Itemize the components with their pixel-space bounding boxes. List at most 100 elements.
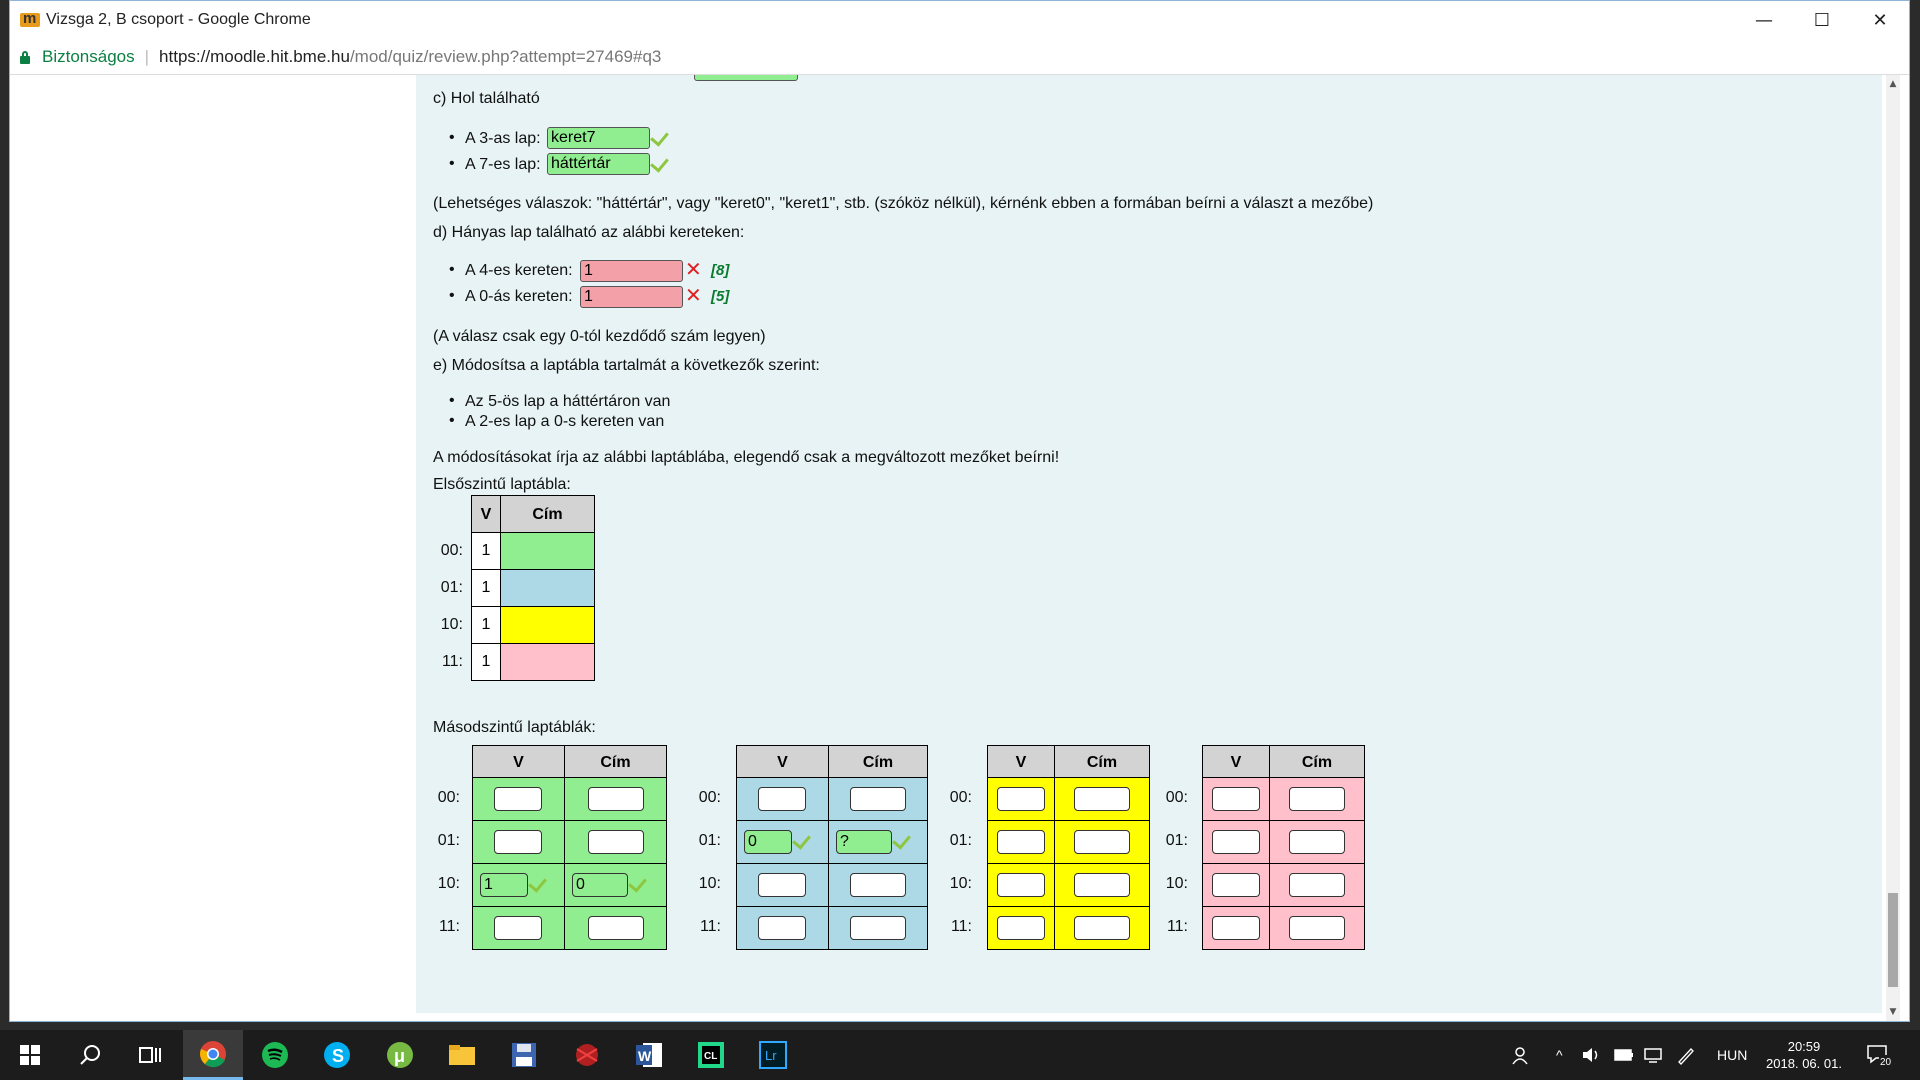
- c-answer-field[interactable]: keret7: [547, 127, 650, 149]
- yellow-table-cim-input[interactable]: [1074, 916, 1130, 940]
- maximize-button[interactable]: ☐: [1793, 1, 1851, 39]
- chrome-icon[interactable]: [183, 1030, 243, 1080]
- address-bar[interactable]: Biztonságos | https://moodle.hit.bme.hu /…: [10, 39, 1909, 75]
- green-table-v-input[interactable]: 1: [480, 873, 528, 897]
- secure-label: Biztonságos: [42, 46, 135, 66]
- yellow-table-v-input[interactable]: [997, 873, 1045, 897]
- green-table-cim-input[interactable]: [588, 787, 644, 811]
- network-icon[interactable]: [1644, 1030, 1664, 1080]
- file-explorer-icon[interactable]: [432, 1030, 492, 1080]
- partial-answer-field[interactable]: [694, 75, 798, 81]
- c-item-label: A 3-as lap:: [449, 129, 541, 148]
- battery-icon[interactable]: [1614, 1030, 1634, 1080]
- green-table-cim-input[interactable]: 0: [572, 873, 628, 897]
- d-item-label: A 0-ás kereten:: [449, 287, 573, 306]
- row-label: 10:: [698, 875, 721, 892]
- yellow-table-v-input[interactable]: [997, 787, 1045, 811]
- pink-table-cim-input[interactable]: [1289, 873, 1345, 897]
- scroll-up-icon[interactable]: ▲: [1886, 77, 1900, 91]
- d-answer-field[interactable]: 1: [580, 286, 683, 308]
- d-answer-field[interactable]: 1: [580, 260, 683, 282]
- blue-table-cim-input[interactable]: ?: [836, 830, 892, 854]
- minimize-button[interactable]: —: [1735, 1, 1793, 39]
- pen-icon[interactable]: [1676, 1030, 1696, 1080]
- lightroom-icon[interactable]: Lr: [743, 1030, 803, 1080]
- volume-icon[interactable]: [1582, 1030, 1600, 1080]
- clion-icon[interactable]: CL: [681, 1030, 741, 1080]
- question-e-title: e) Módosítsa a laptábla tartalmát a köve…: [433, 357, 820, 374]
- green-table-header-cim: Cím: [564, 745, 667, 778]
- scroll-thumb[interactable]: [1888, 893, 1898, 987]
- row-label: 00:: [698, 789, 721, 806]
- row-label: 11:: [441, 653, 463, 670]
- search-icon[interactable]: [60, 1030, 120, 1080]
- spotify-icon[interactable]: [245, 1030, 305, 1080]
- row-label: 10:: [437, 875, 460, 892]
- people-icon[interactable]: [1510, 1030, 1530, 1080]
- utorrent-icon[interactable]: μ: [370, 1030, 430, 1080]
- pink-table-v-input[interactable]: [1212, 916, 1260, 940]
- skype-icon[interactable]: S: [307, 1030, 367, 1080]
- chevron-up-icon[interactable]: ^: [1556, 1030, 1563, 1080]
- yellow-table-cim-input[interactable]: [1074, 787, 1130, 811]
- row-label: 01:: [440, 579, 463, 596]
- blue-table-cim-input[interactable]: [850, 873, 906, 897]
- green-table-cim-input[interactable]: [588, 916, 644, 940]
- pink-table-v-input[interactable]: [1212, 830, 1260, 854]
- row-label: 11:: [1166, 918, 1188, 935]
- blue-table-v-input[interactable]: [758, 787, 806, 811]
- notification-count: 20: [1880, 1057, 1892, 1067]
- yellow-table-cim-input[interactable]: [1074, 873, 1130, 897]
- row-label: 11:: [699, 918, 721, 935]
- v-cell: 1: [471, 606, 501, 644]
- notification-icon[interactable]: 20: [1866, 1030, 1892, 1080]
- svg-text:W: W: [638, 1048, 652, 1064]
- yellow-table-cim-input[interactable]: [1074, 830, 1130, 854]
- pink-table-cim-input[interactable]: [1289, 916, 1345, 940]
- v-cell: 1: [471, 532, 501, 570]
- clock-time: 20:59: [1787, 1039, 1821, 1054]
- pink-table-cim-input[interactable]: [1289, 830, 1345, 854]
- blue-table-cim-input[interactable]: [850, 787, 906, 811]
- yellow-table-v-input[interactable]: [997, 830, 1045, 854]
- green-table-v-input[interactable]: [494, 830, 542, 854]
- blue-table-v-input[interactable]: 0: [744, 830, 792, 854]
- blue-table-cim-input[interactable]: [850, 916, 906, 940]
- scrollbar[interactable]: ▲ ▼: [1886, 75, 1900, 1021]
- row-label: 00:: [440, 542, 463, 559]
- save-icon[interactable]: [494, 1030, 554, 1080]
- start-icon[interactable]: [0, 1030, 60, 1080]
- cim-cell: [500, 532, 595, 570]
- pink-table-cim-input[interactable]: [1289, 787, 1345, 811]
- clock[interactable]: 20:59 2018. 06. 01.: [1762, 1030, 1846, 1080]
- game-icon[interactable]: [557, 1030, 617, 1080]
- svg-text:S: S: [332, 1046, 344, 1066]
- language-indicator[interactable]: HUN: [1717, 1030, 1747, 1080]
- row-label: 01:: [949, 832, 972, 849]
- scroll-down-icon[interactable]: ▼: [1886, 1005, 1900, 1019]
- d-note: (A válasz csak egy 0-tól kezdődő szám le…: [433, 328, 766, 345]
- c-answer-field[interactable]: háttértár: [547, 153, 650, 175]
- url-path[interactable]: /mod/quiz/review.php?attempt=27469#q3: [350, 47, 661, 67]
- url-host[interactable]: https://moodle.hit.bme.hu: [159, 47, 350, 67]
- pink-table-v-input[interactable]: [1212, 787, 1260, 811]
- page-content: c) Hol található A 3-as lap: keret7 A 7-…: [10, 75, 1900, 1021]
- row-label: 01:: [437, 832, 460, 849]
- green-table-cim-input[interactable]: [588, 830, 644, 854]
- blue-table-v-input[interactable]: [758, 873, 806, 897]
- close-button[interactable]: ✕: [1851, 1, 1909, 39]
- green-table-v-input[interactable]: [494, 787, 542, 811]
- question-c-title: c) Hol található: [433, 90, 540, 107]
- word-icon[interactable]: W: [619, 1030, 679, 1080]
- yellow-table-header-v: V: [987, 745, 1055, 778]
- second-level-title: Másodszintű laptáblák:: [433, 719, 596, 736]
- blue-table-v-input[interactable]: [758, 916, 806, 940]
- pink-table-v-input[interactable]: [1212, 873, 1260, 897]
- header-v: V: [471, 495, 501, 533]
- task-view-icon[interactable]: [120, 1030, 180, 1080]
- green-table-v-input[interactable]: [494, 916, 542, 940]
- e-item: A 2-es lap a 0-s kereten van: [449, 412, 664, 431]
- green-table-header-v: V: [472, 745, 565, 778]
- yellow-table-v-input[interactable]: [997, 916, 1045, 940]
- clock-date: 2018. 06. 01.: [1766, 1056, 1842, 1071]
